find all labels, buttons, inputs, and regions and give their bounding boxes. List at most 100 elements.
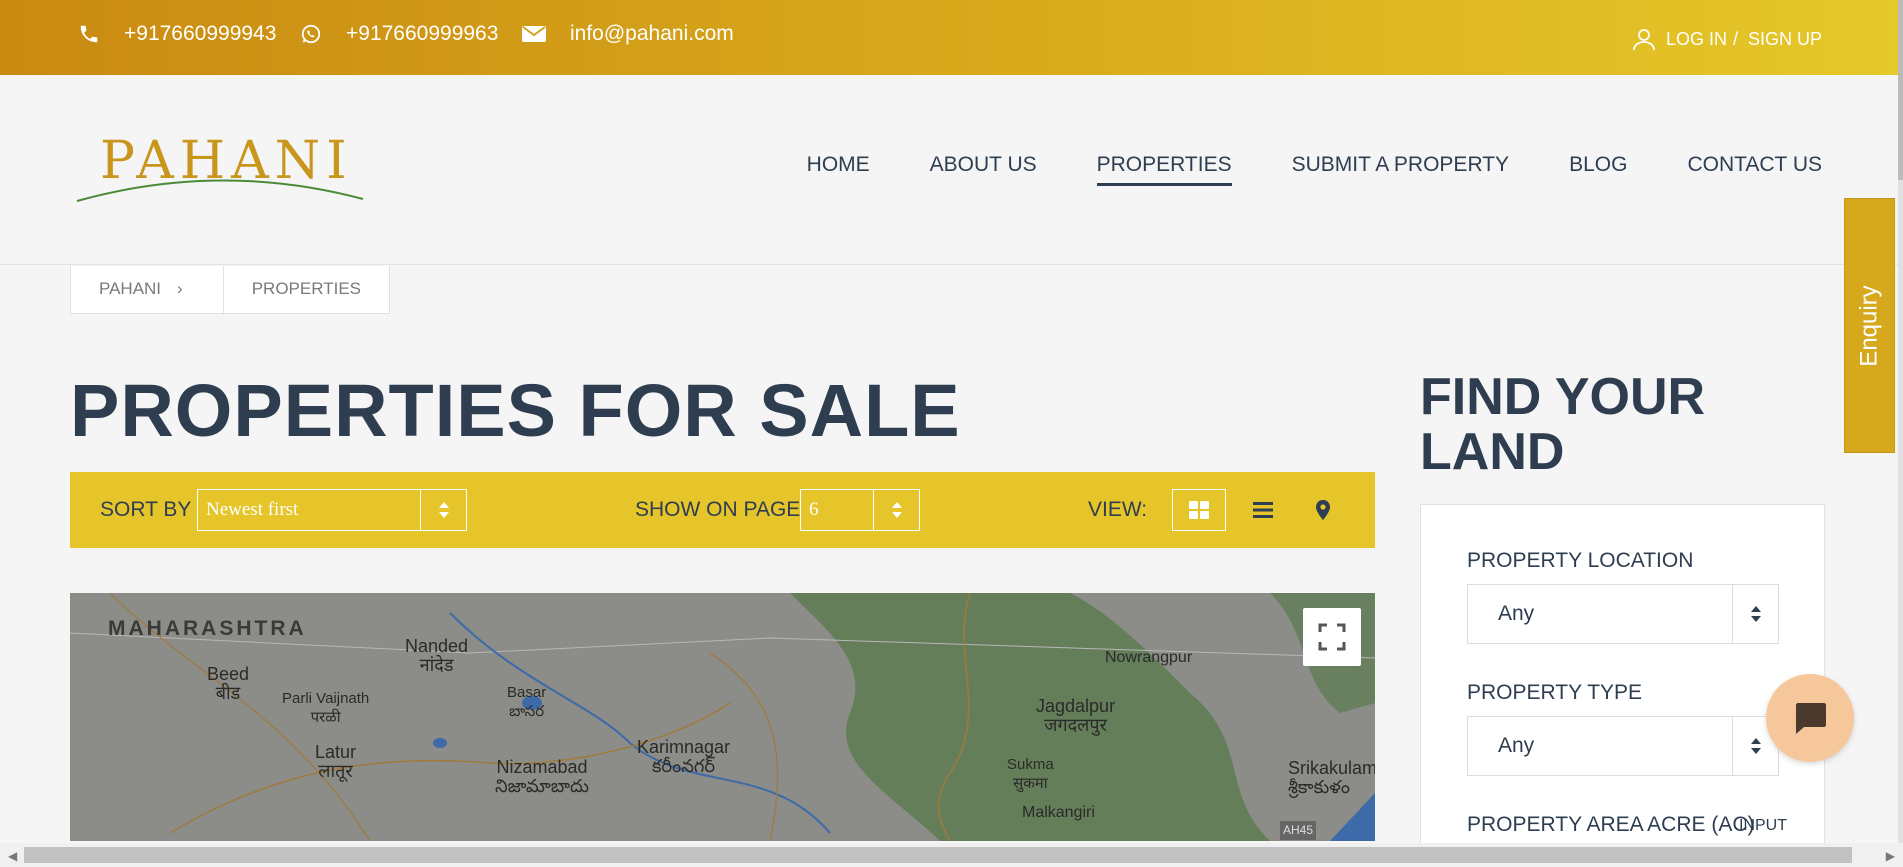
logo-swoosh: [76, 179, 364, 202]
map-label-local: కరీంనగర్: [652, 756, 716, 776]
map-label-jagdalpur: Jagdalpur जगदलपुर: [1036, 697, 1115, 735]
site-header: PAHANI HOME ABOUT US PROPERTIES SUBMIT A…: [0, 75, 1900, 265]
phone-contact[interactable]: +917660999943: [78, 22, 276, 46]
grid-icon: [1189, 501, 1209, 519]
map-label-parli: Parli Vaijnath परळी: [282, 689, 369, 727]
breadcrumb-root-label: PAHANI: [99, 279, 162, 298]
property-location-value: Any: [1498, 602, 1535, 625]
property-map[interactable]: MAHARASHTRA Nanded नांदेड Beed बीड Parli V…: [70, 593, 1375, 841]
search-panel: PROPERTY LOCATION Any PROPERTY TYPE Any …: [1420, 504, 1825, 844]
whatsapp-contact[interactable]: +917660999963: [300, 22, 498, 46]
map-label-local: सुकमा: [1013, 775, 1048, 792]
grid-view-button[interactable]: [1172, 489, 1226, 531]
map-pin-icon: [1316, 500, 1330, 520]
map-label-text: Nanded: [405, 636, 469, 656]
property-type-value: Any: [1498, 734, 1535, 757]
phone-number: +917660999943: [124, 22, 277, 45]
show-on-page-label: SHOW ON PAGE: [635, 498, 801, 521]
map-fullscreen-button[interactable]: [1303, 608, 1361, 666]
map-label-local: బాసర: [509, 703, 545, 720]
map-label-srikakulam: Srikakulam శ్రీకాకుళం: [1288, 759, 1375, 797]
nav-home[interactable]: HOME: [807, 153, 870, 186]
scroll-right-arrow-icon[interactable]: ▶: [1886, 849, 1895, 863]
signup-link[interactable]: SIGN UP: [1748, 29, 1822, 50]
nav-submit-property[interactable]: SUBMIT A PROPERTY: [1292, 153, 1509, 186]
map-label-beed: Beed बीड: [207, 665, 249, 703]
map-label-text: Basar: [507, 684, 547, 701]
login-separator: /: [1732, 28, 1738, 49]
updown-arrow-icon: [420, 490, 466, 530]
sort-value: Newest first: [206, 499, 299, 520]
map-label-malkangiri: Malkangiri: [1022, 804, 1095, 821]
scroll-left-arrow-icon[interactable]: ◀: [8, 849, 17, 863]
property-area-hint[interactable]: INPUT: [1739, 817, 1787, 835]
property-area-label: PROPERTY AREA ACRE (AC): [1467, 813, 1755, 836]
property-type-select[interactable]: Any: [1467, 716, 1779, 776]
updown-arrow-icon: [1732, 585, 1778, 643]
phone-icon: [80, 25, 98, 43]
map-label-sukma: Sukma सुकमा: [1007, 755, 1054, 793]
map-label-text: Karimnagar: [637, 737, 731, 757]
map-label-nowrangpur: Nowrangpur: [1105, 649, 1193, 666]
map-label-local: बीड: [215, 683, 241, 703]
site-logo[interactable]: PAHANI: [75, 131, 365, 211]
map-label-text: Srikakulam: [1288, 758, 1375, 778]
sort-select[interactable]: Newest first: [197, 489, 467, 531]
top-bar: +917660999943 +917660999963 info@pahani.…: [0, 0, 1900, 75]
login-signup: LOG IN / SIGN UP: [1632, 27, 1822, 51]
map-highway-shield: AH45: [1280, 821, 1317, 840]
map-label-nanded: Nanded नांदेड: [405, 637, 468, 675]
breadcrumb-current: PROPERTIES: [251, 279, 361, 298]
map-view-button[interactable]: [1296, 489, 1350, 531]
view-label: VIEW:: [1088, 498, 1148, 521]
map-label-karimnagar: Karimnagar కరీంనగర్: [637, 738, 730, 776]
list-icon: [1253, 502, 1273, 518]
vertical-scrollbar[interactable]: [1898, 0, 1903, 867]
map-label-latur: Latur लातूर: [315, 743, 356, 781]
nav-contact[interactable]: CONTACT US: [1687, 153, 1822, 186]
breadcrumb-root[interactable]: PAHANI ›: [71, 266, 224, 313]
chat-bubble-icon: [1796, 703, 1826, 734]
map-label-local: लातूर: [318, 761, 353, 781]
property-location-label: PROPERTY LOCATION: [1467, 549, 1694, 572]
map-label-local: నిజామాబాదు: [495, 776, 589, 796]
whatsapp-number: +917660999963: [346, 22, 499, 45]
nav-blog[interactable]: BLOG: [1569, 153, 1627, 186]
enquiry-tab[interactable]: Enquiry: [1844, 198, 1895, 453]
property-type-label: PROPERTY TYPE: [1467, 681, 1643, 704]
map-label-nizamabad: Nizamabad నిజామాబాదు: [495, 758, 589, 796]
map-label-local: जगदलपुर: [1044, 715, 1107, 735]
horizontal-scrollbar[interactable]: ◀ ▶: [0, 843, 1903, 867]
listing-toolbar: SORT BY Newest first SHOW ON PAGE 6 VIEW…: [70, 472, 1375, 548]
user-icon: [1633, 29, 1655, 51]
show-on-page-value: 6: [809, 499, 819, 520]
chevron-right-icon: ›: [177, 279, 183, 298]
map-label-local: नांदेड: [419, 655, 454, 675]
map-label-basar: Basar బాసర: [507, 683, 546, 721]
map-label-text: Parli Vaijnath: [282, 690, 370, 707]
show-on-page-select[interactable]: 6: [800, 489, 920, 531]
map-label-text: Latur: [315, 742, 357, 762]
whatsapp-icon: [301, 24, 321, 44]
email-contact[interactable]: info@pahani.com: [522, 22, 734, 46]
map-label-text: Nizamabad: [496, 757, 588, 777]
envelope-icon: [522, 26, 546, 42]
list-view-button[interactable]: [1236, 489, 1290, 531]
scrollbar-thumb[interactable]: [1898, 0, 1903, 180]
property-location-select[interactable]: Any: [1467, 584, 1779, 644]
main-nav: HOME ABOUT US PROPERTIES SUBMIT A PROPER…: [747, 153, 1822, 186]
chat-button[interactable]: [1766, 674, 1854, 762]
breadcrumb: PAHANI › PROPERTIES: [70, 266, 390, 314]
sidebar-title: FIND YOUR LAND: [1420, 368, 1706, 481]
fullscreen-icon: [1318, 623, 1346, 651]
email-address: info@pahani.com: [570, 22, 734, 45]
nav-properties[interactable]: PROPERTIES: [1096, 153, 1232, 186]
login-link[interactable]: LOG IN: [1666, 29, 1727, 50]
updown-arrow-icon: [873, 490, 919, 530]
scrollbar-thumb[interactable]: [24, 847, 1852, 863]
map-label-text: Sukma: [1007, 756, 1054, 773]
nav-about[interactable]: ABOUT US: [930, 153, 1037, 186]
map-label-text: Jagdalpur: [1036, 696, 1116, 716]
map-label-text: Beed: [207, 664, 250, 684]
enquiry-label: Enquiry: [1855, 284, 1883, 367]
